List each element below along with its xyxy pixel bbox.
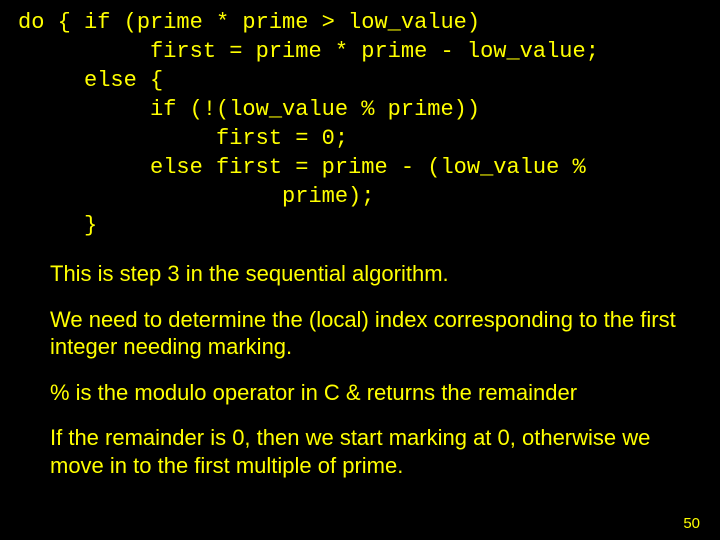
code-line: if (!(low_value % prime)) bbox=[18, 97, 480, 122]
slide: do { if (prime * prime > low_value) firs… bbox=[0, 0, 720, 540]
code-line: else first = prime - (low_value % bbox=[18, 155, 586, 180]
explanation-block: This is step 3 in the sequential algorit… bbox=[50, 260, 678, 479]
paragraph: We need to determine the (local) index c… bbox=[50, 306, 678, 361]
paragraph: If the remainder is 0, then we start mar… bbox=[50, 424, 678, 479]
paragraph: This is step 3 in the sequential algorit… bbox=[50, 260, 678, 288]
paragraph: % is the modulo operator in C & returns … bbox=[50, 379, 678, 407]
code-line: else { bbox=[18, 68, 163, 93]
code-line: do { if (prime * prime > low_value) bbox=[18, 10, 480, 35]
page-number: 50 bbox=[683, 515, 700, 532]
code-line: first = 0; bbox=[18, 126, 348, 151]
code-line: first = prime * prime - low_value; bbox=[18, 39, 599, 64]
code-line: } bbox=[18, 213, 97, 238]
code-block: do { if (prime * prime > low_value) firs… bbox=[18, 8, 702, 240]
code-line: prime); bbox=[18, 184, 374, 209]
